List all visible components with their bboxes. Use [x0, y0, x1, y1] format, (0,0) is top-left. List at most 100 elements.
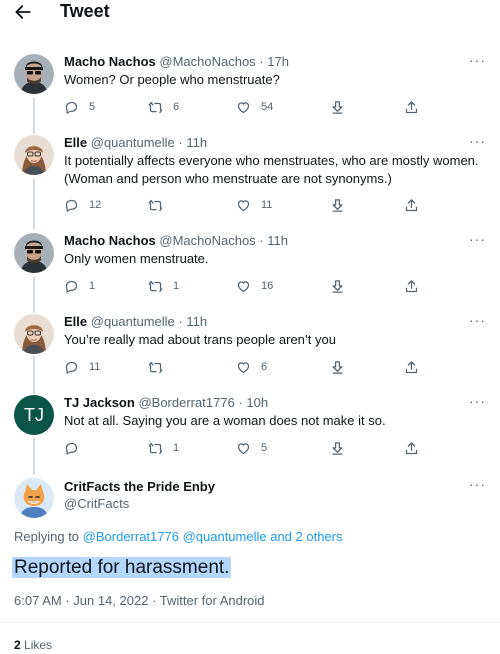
avatar[interactable]: TJ	[14, 395, 54, 435]
tweet-header: Macho Nachos @MachoNachos · 11h	[64, 233, 288, 248]
like-button[interactable]: 5	[236, 438, 267, 458]
timestamp[interactable]: 11h	[267, 233, 288, 248]
downvote-button[interactable]	[330, 195, 345, 215]
display-name[interactable]: Elle	[64, 314, 87, 329]
reply-button[interactable]: 1	[64, 276, 95, 296]
share-button[interactable]	[404, 97, 419, 117]
likes-label: Likes	[24, 638, 53, 652]
separator-dot: ·	[178, 135, 183, 150]
thread-line	[33, 179, 35, 229]
thread-line	[33, 277, 35, 313]
avatar[interactable]	[14, 54, 54, 94]
separator-dot: ·	[259, 233, 264, 248]
retweet-icon	[148, 441, 163, 456]
divider	[0, 622, 500, 623]
like-count: 5	[261, 442, 268, 454]
share-button[interactable]	[404, 276, 419, 296]
display-name[interactable]: TJ Jackson	[64, 395, 135, 410]
handle[interactable]: @CritFacts	[64, 496, 129, 511]
share-button[interactable]	[404, 357, 419, 377]
highlighted-text: Reported for harassment.	[12, 557, 232, 578]
tweet-header: TJ Jackson @Borderrat1776 · 10h	[64, 395, 268, 410]
reply-icon	[64, 198, 79, 213]
tweet-header: Elle @quantumelle · 11h	[64, 135, 207, 150]
like-button[interactable]: 6	[236, 357, 267, 377]
retweet-icon	[148, 198, 163, 213]
timestamp[interactable]: 10h	[246, 395, 268, 410]
tweet-timestamp[interactable]: 6:07 AM · Jun 14, 2022 · Twitter for And…	[14, 593, 265, 608]
reply-button[interactable]: 12	[64, 195, 101, 215]
replying-prefix: Replying to	[14, 529, 83, 544]
action-bar: 12 11	[64, 195, 424, 215]
retweet-button[interactable]: 1	[148, 276, 179, 296]
display-name[interactable]: Macho Nachos	[64, 233, 156, 248]
reply-count: 1	[89, 280, 96, 292]
reply-count: 12	[89, 199, 102, 211]
top-bar: Tweet	[0, 0, 500, 26]
reply-button[interactable]: 5	[64, 97, 95, 117]
display-name[interactable]: Elle	[64, 135, 87, 150]
share-icon	[404, 100, 419, 115]
replying-users-link[interactable]: @Borderrat1776 @quantumelle and 2 others	[83, 529, 343, 544]
retweet-button[interactable]	[148, 195, 173, 215]
share-button[interactable]	[404, 438, 419, 458]
reply-icon	[64, 279, 79, 294]
timestamp[interactable]: 11h	[186, 135, 207, 150]
back-arrow-icon[interactable]	[12, 2, 34, 22]
reply-count: 5	[89, 101, 96, 113]
downvote-button[interactable]	[330, 97, 345, 117]
tweet-header: Macho Nachos @MachoNachos · 17h	[64, 54, 289, 69]
handle[interactable]: @quantumelle	[91, 314, 175, 329]
heart-icon	[236, 360, 251, 375]
retweet-count: 6	[173, 101, 180, 113]
thread-line	[33, 98, 35, 134]
likes-count[interactable]: 2 Likes	[14, 638, 52, 652]
retweet-button[interactable]	[148, 357, 173, 377]
like-count: 16	[261, 280, 274, 292]
more-options-icon[interactable]: ···	[469, 393, 486, 409]
handle[interactable]: @MachoNachos	[159, 54, 255, 69]
downvote-button[interactable]	[330, 276, 345, 296]
retweet-icon	[148, 360, 163, 375]
avatar[interactable]	[14, 233, 54, 273]
handle[interactable]: @Borderrat1776	[138, 395, 234, 410]
like-count: 11	[261, 199, 273, 211]
separator-dot: ·	[178, 314, 183, 329]
share-icon	[404, 198, 419, 213]
like-button[interactable]: 54	[236, 97, 273, 117]
retweet-button[interactable]: 6	[148, 97, 179, 117]
reply-count: 11	[89, 361, 101, 373]
like-button[interactable]: 11	[236, 195, 272, 215]
downvote-icon	[330, 441, 345, 456]
downvote-button[interactable]	[330, 438, 345, 458]
reply-button[interactable]	[64, 438, 89, 458]
downvote-button[interactable]	[330, 357, 345, 377]
display-name[interactable]: Macho Nachos	[64, 54, 156, 69]
more-options-icon[interactable]: ···	[469, 52, 486, 68]
handle[interactable]: @MachoNachos	[159, 233, 255, 248]
avatar[interactable]	[14, 135, 54, 175]
retweet-button[interactable]: 1	[148, 438, 179, 458]
heart-icon	[236, 441, 251, 456]
action-bar: 1 1 16	[64, 276, 424, 296]
reply-icon	[64, 100, 79, 115]
handle-row: @CritFacts	[64, 496, 129, 511]
share-button[interactable]	[404, 195, 419, 215]
like-button[interactable]: 16	[236, 276, 273, 296]
avatar[interactable]	[14, 478, 54, 518]
more-options-icon[interactable]: ···	[469, 231, 486, 247]
share-icon	[404, 441, 419, 456]
timestamp[interactable]: 11h	[186, 314, 207, 329]
handle[interactable]: @quantumelle	[91, 135, 175, 150]
avatar[interactable]	[14, 314, 54, 354]
timestamp[interactable]: 17h	[267, 54, 289, 69]
display-name[interactable]: CritFacts the Pride Enby	[64, 479, 215, 494]
more-options-icon[interactable]: ···	[469, 476, 486, 492]
reply-button[interactable]: 11	[64, 357, 100, 377]
downvote-icon	[330, 100, 345, 115]
more-options-icon[interactable]: ···	[469, 312, 486, 328]
avatar-initials: TJ	[24, 404, 44, 425]
thread-line	[33, 438, 35, 474]
share-icon	[404, 360, 419, 375]
more-options-icon[interactable]: ···	[469, 133, 486, 149]
